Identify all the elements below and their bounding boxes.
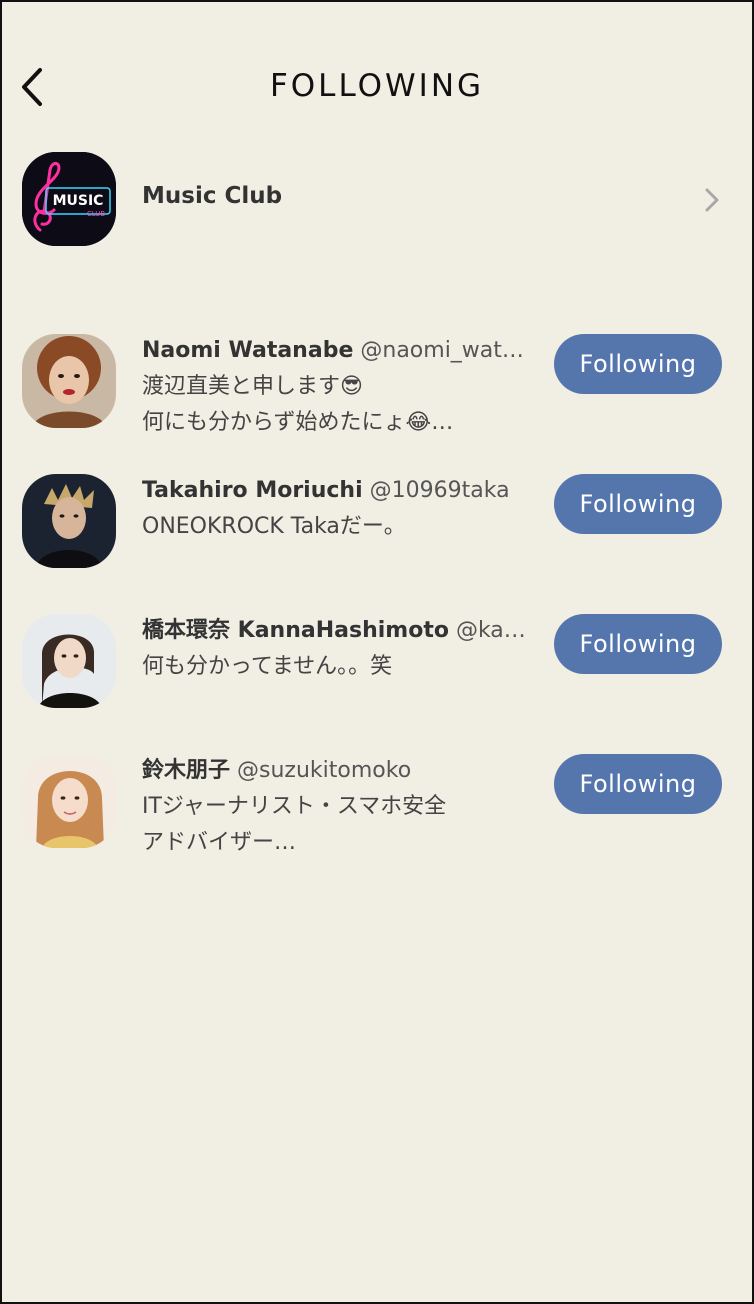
display-name: 橋本環奈 KannaHashimoto xyxy=(142,618,449,643)
following-button[interactable]: Following xyxy=(554,754,722,814)
page-title: FOLLOWING xyxy=(269,68,485,104)
header: FOLLOWING xyxy=(2,52,752,122)
user-row[interactable]: 鈴木朋子 @suzukitomoko ITジャーナリスト・スマホ安全 アドバイザ… xyxy=(2,754,752,874)
user-bio: 何も分かってません。。笑 xyxy=(142,649,542,685)
user-bio: ONEOKROCK Takaだー。 xyxy=(142,509,542,545)
music-club-row[interactable]: MUSIC CLUB Music Club xyxy=(2,152,752,248)
music-club-logo: MUSIC CLUB xyxy=(22,152,116,246)
bio-line: 渡辺直美と申します😎 xyxy=(142,374,363,399)
following-button[interactable]: Following xyxy=(554,334,722,394)
user-row[interactable]: Naomi Watanabe @naomi_wat… 渡辺直美と申します😎 何に… xyxy=(2,334,752,454)
avatar[interactable] xyxy=(22,334,116,428)
avatar[interactable] xyxy=(22,474,116,568)
music-club-logo-subtext: CLUB xyxy=(87,210,106,218)
user-name-line: Naomi Watanabe @naomi_wat… xyxy=(142,336,538,366)
user-handle: @ka… xyxy=(455,618,526,643)
chevron-right-icon xyxy=(705,188,719,212)
avatar[interactable] xyxy=(22,754,116,848)
bio-line: 何にも分からず始めたにょ😂… xyxy=(142,410,454,435)
user-handle: @naomi_wat… xyxy=(360,338,524,363)
user-name-line: 橋本環奈 KannaHashimoto @ka… xyxy=(142,616,538,646)
user-name-line: Takahiro Moriuchi @10969taka xyxy=(142,476,538,506)
user-name-line: 鈴木朋子 @suzukitomoko xyxy=(142,756,538,786)
user-bio: ITジャーナリスト・スマホ安全 アドバイザー… xyxy=(142,789,542,861)
music-club-logo-text: MUSIC xyxy=(53,193,104,209)
following-button[interactable]: Following xyxy=(554,614,722,674)
bio-line: ONEOKROCK Takaだー。 xyxy=(142,514,406,539)
user-bio: 渡辺直美と申します😎 何にも分からず始めたにょ😂… xyxy=(142,369,542,441)
bio-line: ITジャーナリスト・スマホ安全 xyxy=(142,794,447,819)
following-button[interactable]: Following xyxy=(554,474,722,534)
app-screen: FOLLOWING MUSIC CLUB Music Club Naomi Wa… xyxy=(0,0,754,1304)
user-handle: @suzukitomoko xyxy=(237,758,412,783)
user-row[interactable]: Takahiro Moriuchi @10969taka ONEOKROCK T… xyxy=(2,474,752,594)
display-name: Naomi Watanabe xyxy=(142,338,354,363)
bio-line: 何も分かってません。。笑 xyxy=(142,654,393,679)
avatar[interactable] xyxy=(22,614,116,708)
bio-line: アドバイザー… xyxy=(142,830,297,855)
club-name: Music Club xyxy=(142,183,283,209)
user-handle: @10969taka xyxy=(369,478,510,503)
user-row[interactable]: 橋本環奈 KannaHashimoto @ka… 何も分かってません。。笑 Fo… xyxy=(2,614,752,734)
display-name: 鈴木朋子 xyxy=(142,758,231,783)
display-name: Takahiro Moriuchi xyxy=(142,478,363,503)
